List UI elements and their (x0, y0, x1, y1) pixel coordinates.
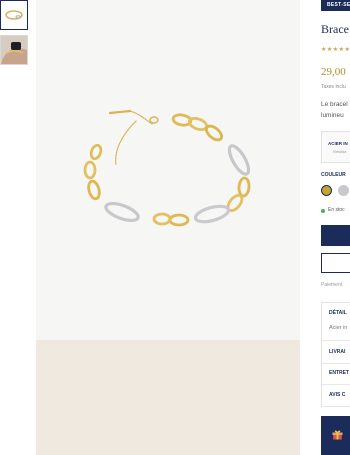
material-info-sub: Résista (333, 149, 347, 154)
best-seller-badge: BEST-SEL (321, 0, 350, 11)
worn-bracelet-thumbnail[interactable] (0, 35, 28, 65)
add-to-cart-button[interactable] (321, 225, 350, 246)
product-accordion: DÉTAIL Acier in LIVRAI ENTRET AVIS C (321, 302, 350, 407)
bracelet-thumbnail-image (5, 10, 23, 20)
bracelet-image (83, 109, 251, 227)
accordion-divider (322, 384, 350, 385)
product-price: 29,00 (321, 66, 346, 78)
gift-icon (332, 430, 343, 440)
product-description-line-2: lumineu (321, 112, 344, 119)
color-label: COULEUR (321, 172, 346, 178)
product-description-line-1: Le bracel (321, 101, 348, 108)
accordion-delivery[interactable]: LIVRAI (329, 349, 345, 355)
product-title: Brace (321, 22, 349, 36)
buy-now-button[interactable] (321, 253, 350, 273)
gold-color-swatch[interactable] (321, 185, 332, 196)
bracelet-thumbnail[interactable] (0, 0, 28, 30)
worn-bracelet-thumbnail-image (1, 36, 27, 64)
product-gallery (36, 0, 300, 455)
accordion-reviews[interactable]: AVIS C (329, 392, 345, 398)
product-info-panel: BEST-SEL Brace ★★★★★ 29,00 Taxes inclu L… (300, 0, 350, 455)
accordion-divider (322, 340, 350, 341)
accordion-details-content: Acier in (329, 325, 348, 331)
accordion-care[interactable]: ENTRET (329, 370, 349, 376)
silver-color-swatch[interactable] (338, 185, 349, 196)
main-product-image[interactable] (36, 0, 300, 340)
material-info-box: ACIER IN Résista (321, 131, 350, 163)
rating-stars[interactable]: ★★★★★ (321, 46, 350, 53)
tax-note: Taxes inclu (321, 84, 346, 90)
thumbnail-strip (0, 0, 36, 455)
accordion-divider (322, 363, 350, 364)
accordion-details[interactable]: DÉTAIL (329, 310, 347, 316)
secondary-product-image[interactable] (36, 340, 300, 455)
gift-promo-banner[interactable] (321, 416, 350, 455)
in-stock-dot-icon (321, 209, 325, 213)
stock-status: En stoc (328, 207, 345, 213)
payment-note: Paiement (321, 282, 343, 288)
material-info-label: ACIER IN (328, 141, 348, 146)
